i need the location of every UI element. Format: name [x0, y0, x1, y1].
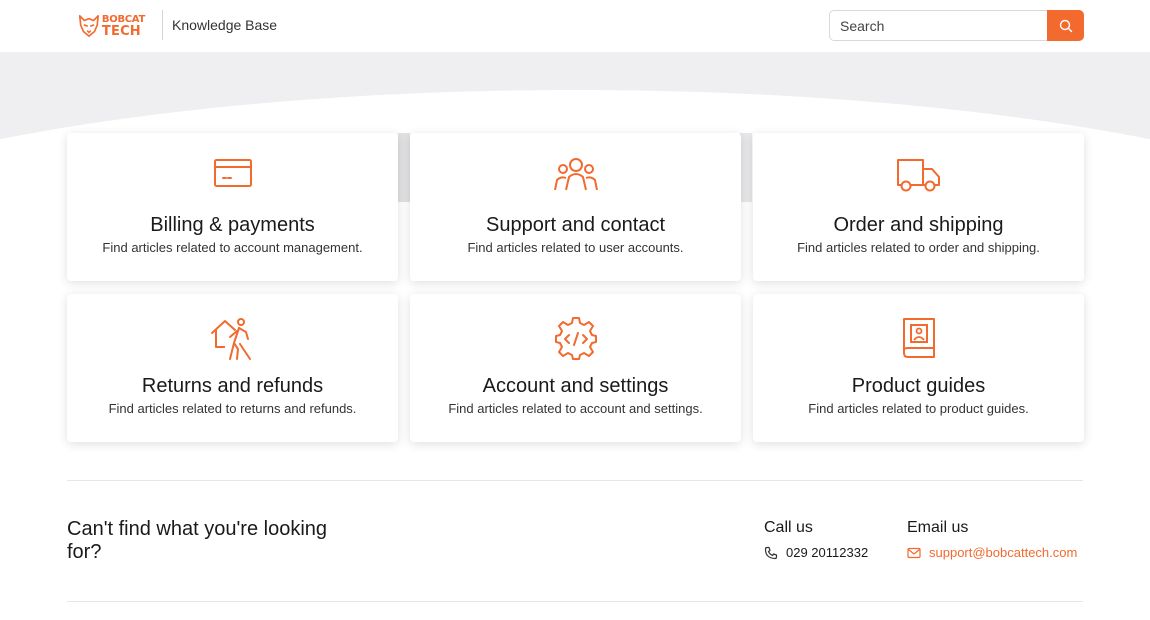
- delivery-truck-icon: [896, 159, 940, 192]
- footer-divider: [67, 601, 1083, 602]
- guide-book-icon: [902, 318, 935, 358]
- search-input[interactable]: [829, 10, 1049, 41]
- section-divider: [67, 480, 1083, 481]
- card-title: Support and contact: [485, 214, 665, 236]
- phone-icon: [764, 546, 778, 559]
- bobcat-logo-icon: [78, 15, 99, 37]
- email-us-heading: Email us: [907, 519, 969, 536]
- category-card-account[interactable]: Account and settings Find articles relat…: [410, 294, 741, 442]
- call-us-heading: Call us: [764, 519, 813, 536]
- phone-link[interactable]: 029 20112332: [764, 545, 868, 560]
- category-card-shipping[interactable]: Order and shipping Find articles related…: [753, 133, 1084, 281]
- logo-line2: TECH: [101, 23, 141, 39]
- card-title: Billing & payments: [150, 214, 315, 236]
- person-leaving-house-icon: [210, 318, 251, 360]
- card-title: Product guides: [851, 375, 986, 397]
- email-link[interactable]: support@bobcattech.com: [907, 545, 1077, 560]
- category-card-returns[interactable]: Returns and refunds Find articles relate…: [67, 294, 398, 442]
- page-title: Knowledge Base: [172, 17, 278, 33]
- card-title: Returns and refunds: [141, 375, 324, 397]
- site-header: BOBCAT TECH Knowledge Base: [0, 0, 1150, 52]
- email-address: support@bobcattech.com: [929, 545, 1078, 560]
- category-card-guides[interactable]: Product guides Find articles related to …: [753, 294, 1084, 442]
- card-description: Find articles related to account managem…: [102, 240, 363, 255]
- card-title: Order and shipping: [833, 214, 1004, 236]
- logo-line1: BOBCAT: [101, 13, 145, 25]
- search-icon: [1059, 19, 1072, 32]
- header-divider: [162, 10, 163, 40]
- logo-wordmark: BOBCAT TECH: [101, 13, 145, 39]
- card-description: Find articles related to order and shipp…: [797, 240, 1040, 255]
- credit-card-icon: [213, 159, 252, 187]
- card-description: Find articles related to product guides.: [808, 401, 1029, 416]
- users-group-icon: [553, 158, 598, 191]
- hero-shade: [740, 133, 752, 202]
- code-gear-icon: [554, 317, 597, 360]
- mail-icon: [907, 547, 921, 558]
- cant-find-heading: Can't find what you're looking for?: [67, 518, 328, 563]
- search-bar: [829, 10, 1084, 41]
- category-card-billing[interactable]: Billing & payments Find articles related…: [67, 133, 398, 281]
- bobcat-tech-logo[interactable]: BOBCAT TECH: [77, 11, 145, 41]
- phone-number: 029 20112332: [786, 545, 869, 560]
- card-title: Account and settings: [482, 375, 669, 397]
- card-description: Find articles related to user accounts.: [467, 240, 684, 255]
- search-button[interactable]: [1047, 10, 1084, 41]
- card-description: Find articles related to returns and ref…: [108, 401, 357, 416]
- category-card-support[interactable]: Support and contact Find articles relate…: [410, 133, 741, 281]
- card-description: Find articles related to account and set…: [448, 401, 703, 416]
- hero-shade: [398, 133, 410, 202]
